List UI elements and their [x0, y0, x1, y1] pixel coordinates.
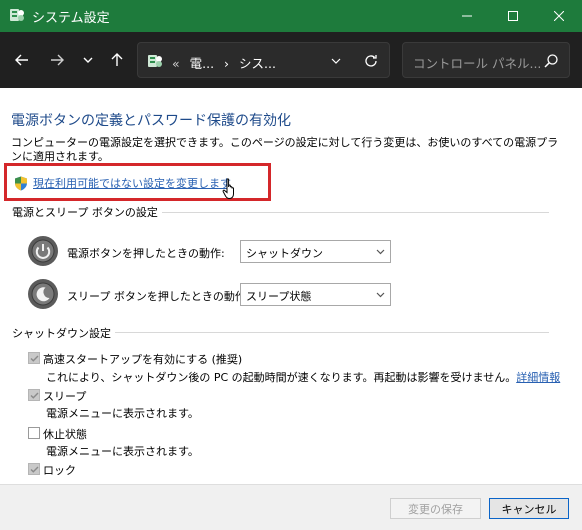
window-title: システム設定 [32, 11, 110, 26]
sleep-button-label: スリープ ボタンを押したときの動作: [67, 290, 250, 303]
cancel-button[interactable]: キャンセル [489, 498, 569, 519]
breadcrumb-item-system[interactable]: シス... [239, 56, 276, 71]
change-settings-link[interactable]: 現在利用可能ではない設定を変更します [14, 175, 231, 191]
forward-button[interactable] [43, 46, 71, 74]
checkmark-icon [30, 355, 39, 362]
recent-locations-button[interactable] [74, 46, 102, 74]
power-button-icon [28, 236, 58, 266]
maximize-icon [508, 11, 518, 21]
power-button-action-value: シャットダウン [246, 247, 323, 260]
hibernate-checkbox[interactable] [28, 427, 40, 439]
uac-shield-icon [15, 176, 27, 190]
checkmark-icon [30, 466, 39, 473]
control-panel-icon [148, 55, 162, 67]
arrow-right-icon [51, 54, 64, 66]
scrollbar[interactable] [572, 88, 580, 484]
search-box[interactable]: コントロール パネル... [402, 42, 570, 78]
save-changes-button[interactable]: 変更の保存 [390, 498, 481, 519]
power-section-title: 電源とスリープ ボタンの設定 [12, 204, 162, 220]
content-area: 電源ボタンの定義とパスワード保護の有効化 コンピューターの電源設定を選択できます… [0, 88, 582, 530]
power-button-label: 電源ボタンを押したときの動作: [67, 247, 225, 260]
page-title: 電源ボタンの定義とパスワード保護の有効化 [11, 113, 291, 129]
chevron-down-icon[interactable] [330, 55, 342, 67]
breadcrumb-item-hardware[interactable]: 電... [190, 56, 214, 71]
fast-startup-checkbox[interactable] [28, 352, 40, 364]
search-icon[interactable] [543, 53, 559, 69]
arrow-up-icon [111, 53, 123, 66]
lock-label: ロック [43, 464, 76, 477]
sleep-button-icon [28, 279, 58, 309]
footer-bar: 変更の保存 キャンセル [0, 484, 582, 530]
navigation-bar: « 電... › シス... コントロール パネル... [0, 32, 582, 88]
address-bar[interactable]: « 電... › シス... [137, 42, 390, 78]
sleep-checkbox[interactable] [28, 389, 40, 401]
title-bar: システム設定 [0, 0, 582, 32]
lock-checkbox[interactable] [28, 463, 40, 475]
hand-cursor-icon [222, 178, 234, 199]
search-placeholder: コントロール パネル... [413, 56, 542, 71]
page-description: コンピューターの電源設定を選択できます。このページの設定に対して行う変更は、お使… [11, 136, 559, 163]
fast-startup-description: これにより、シャットダウン後の PC の起動時間が速くなります。再起動は影響を受… [46, 369, 560, 385]
arrow-left-icon [15, 54, 28, 66]
minimize-icon [462, 15, 472, 17]
hibernate-description: 電源メニューに表示されます。 [46, 445, 199, 458]
back-button[interactable] [8, 46, 36, 74]
control-panel-icon [10, 9, 24, 21]
minimize-button[interactable] [444, 0, 490, 32]
maximize-button[interactable] [490, 0, 536, 32]
chevron-down-icon [376, 292, 385, 298]
close-icon [554, 11, 564, 21]
sleep-button-action-select[interactable]: スリープ状態 [240, 283, 391, 306]
close-button[interactable] [536, 0, 582, 32]
shutdown-section-title: シャットダウン設定 [12, 325, 115, 341]
breadcrumb-separator: › [224, 56, 230, 71]
hibernate-label: 休止状態 [43, 428, 87, 441]
chevron-down-icon [83, 57, 93, 63]
change-settings-link-label[interactable]: 現在利用可能ではない設定を変更します [33, 175, 231, 191]
sleep-button-action-value: スリープ状態 [246, 290, 312, 303]
refresh-icon[interactable] [363, 53, 379, 69]
up-button[interactable] [103, 46, 131, 74]
sleep-label: スリープ [43, 390, 87, 403]
checkmark-icon [30, 392, 39, 399]
breadcrumb[interactable]: « 電... › シス... [172, 53, 282, 72]
chevron-down-icon [376, 249, 385, 255]
sleep-description: 電源メニューに表示されます。 [46, 407, 199, 420]
fast-startup-description-text: これにより、シャットダウン後の PC の起動時間が速くなります。再起動は影響を受… [46, 371, 517, 384]
power-button-action-select[interactable]: シャットダウン [240, 240, 391, 263]
more-info-link[interactable]: 詳細情報 [516, 371, 560, 384]
breadcrumb-overflow[interactable]: « [172, 56, 180, 71]
fast-startup-label: 高速スタートアップを有効にする (推奨) [43, 353, 243, 366]
